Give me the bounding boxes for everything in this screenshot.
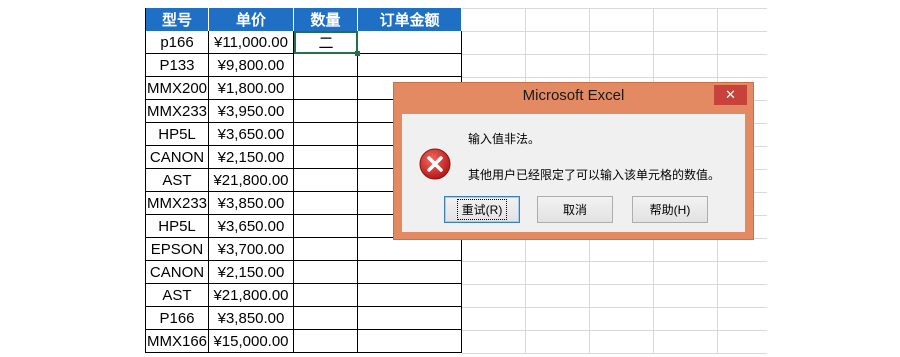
cancel-button[interactable]: 取消 bbox=[537, 196, 613, 223]
cell-quantity[interactable] bbox=[294, 146, 358, 169]
error-message: 输入值非法。 bbox=[468, 132, 541, 146]
cell-model[interactable]: HP5L bbox=[145, 215, 209, 238]
cell-price[interactable]: ¥11,000.00 bbox=[209, 31, 294, 54]
close-icon: ✕ bbox=[725, 87, 736, 102]
cell-quantity[interactable] bbox=[294, 261, 358, 284]
header-row: 型号 单价 数量 订单金额 bbox=[145, 8, 462, 31]
gridline bbox=[462, 284, 767, 285]
cell-model[interactable]: MMX166 bbox=[145, 330, 209, 353]
cell-model[interactable]: P166 bbox=[145, 307, 209, 330]
gridline bbox=[462, 31, 767, 32]
cell-quantity[interactable] bbox=[294, 215, 358, 238]
gridline bbox=[462, 8, 767, 9]
cell-model[interactable]: AST bbox=[145, 284, 209, 307]
cell-order-amount[interactable] bbox=[358, 307, 462, 330]
cell-quantity[interactable] bbox=[294, 77, 358, 100]
cell-price[interactable]: ¥3,850.00 bbox=[209, 307, 294, 330]
cell-price[interactable]: ¥21,800.00 bbox=[209, 169, 294, 192]
cell-quantity[interactable]: 二 bbox=[294, 31, 358, 54]
error-detail: 其他用户已经限定了可以输入该单元格的数值。 bbox=[468, 168, 721, 182]
table-row: MMX166 ¥15,000.00 bbox=[145, 330, 462, 353]
cell-price[interactable]: ¥3,650.00 bbox=[209, 215, 294, 238]
error-dialog: Microsoft Excel ✕ 输入值非法。 其他用户已经限定了可以输入该单… bbox=[393, 82, 754, 240]
header-model[interactable]: 型号 bbox=[145, 8, 209, 31]
cell-price[interactable]: ¥3,700.00 bbox=[209, 238, 294, 261]
cell-order-amount[interactable] bbox=[358, 330, 462, 353]
cell-model[interactable]: p166 bbox=[145, 31, 209, 54]
table-row: CANON ¥2,150.00 bbox=[145, 261, 462, 284]
header-order-amount[interactable]: 订单金额 bbox=[358, 8, 462, 31]
table-row: P166 ¥3,850.00 bbox=[145, 307, 462, 330]
cell-model[interactable]: MMX200 bbox=[145, 77, 209, 100]
gridline bbox=[462, 77, 767, 78]
help-button[interactable]: 帮助(H) bbox=[632, 196, 708, 223]
gridline bbox=[462, 330, 767, 331]
cell-order-amount[interactable] bbox=[358, 261, 462, 284]
cell-model[interactable]: P133 bbox=[145, 54, 209, 77]
cell-model[interactable]: CANON bbox=[145, 146, 209, 169]
cell-model[interactable]: CANON bbox=[145, 261, 209, 284]
cell-model[interactable]: EPSON bbox=[145, 238, 209, 261]
gridline bbox=[462, 261, 767, 262]
table-row: EPSON ¥3,700.00 bbox=[145, 238, 462, 261]
cell-quantity[interactable] bbox=[294, 284, 358, 307]
retry-label: 重试(R) bbox=[456, 199, 508, 220]
dialog-title: Microsoft Excel bbox=[522, 87, 625, 104]
header-quantity[interactable]: 数量 bbox=[294, 8, 358, 31]
gridline bbox=[462, 307, 767, 308]
cell-price[interactable]: ¥3,850.00 bbox=[209, 192, 294, 215]
cell-quantity[interactable] bbox=[294, 307, 358, 330]
cell-order-amount[interactable] bbox=[358, 31, 462, 54]
cell-order-amount[interactable] bbox=[358, 284, 462, 307]
cell-order-amount[interactable] bbox=[358, 54, 462, 77]
table-row: AST ¥21,800.00 bbox=[145, 284, 462, 307]
cell-quantity[interactable] bbox=[294, 54, 358, 77]
dialog-body: 输入值非法。 其他用户已经限定了可以输入该单元格的数值。 重试(R) 取消 帮助… bbox=[402, 114, 745, 232]
cancel-label: 取消 bbox=[562, 203, 587, 217]
cell-model[interactable]: HP5L bbox=[145, 123, 209, 146]
cell-model[interactable]: MMX233 bbox=[145, 192, 209, 215]
gridline bbox=[462, 353, 767, 354]
cell-price[interactable]: ¥15,000.00 bbox=[209, 330, 294, 353]
error-icon bbox=[419, 148, 451, 180]
cell-order-amount[interactable] bbox=[358, 238, 462, 261]
header-price[interactable]: 单价 bbox=[209, 8, 294, 31]
fill-handle[interactable] bbox=[355, 51, 360, 56]
help-label: 帮助(H) bbox=[649, 203, 691, 217]
cell-model[interactable]: MMX233 bbox=[145, 100, 209, 123]
cell-price[interactable]: ¥21,800.00 bbox=[209, 284, 294, 307]
cell-price[interactable]: ¥3,650.00 bbox=[209, 123, 294, 146]
cell-quantity[interactable] bbox=[294, 169, 358, 192]
cell-quantity[interactable] bbox=[294, 192, 358, 215]
gridline bbox=[462, 54, 767, 55]
cell-quantity[interactable] bbox=[294, 330, 358, 353]
cell-price[interactable]: ¥9,800.00 bbox=[209, 54, 294, 77]
close-button[interactable]: ✕ bbox=[714, 85, 747, 105]
cell-quantity[interactable] bbox=[294, 238, 358, 261]
cell-model[interactable]: AST bbox=[145, 169, 209, 192]
cell-price[interactable]: ¥2,150.00 bbox=[209, 261, 294, 284]
table-row: p166 ¥11,000.00 二 bbox=[145, 31, 462, 54]
table-row: P133 ¥9,800.00 bbox=[145, 54, 462, 77]
cell-price[interactable]: ¥2,150.00 bbox=[209, 146, 294, 169]
cell-quantity[interactable] bbox=[294, 123, 358, 146]
retry-button[interactable]: 重试(R) bbox=[444, 196, 520, 223]
cell-price[interactable]: ¥1,800.00 bbox=[209, 77, 294, 100]
cell-price[interactable]: ¥3,950.00 bbox=[209, 100, 294, 123]
cell-quantity[interactable] bbox=[294, 100, 358, 123]
